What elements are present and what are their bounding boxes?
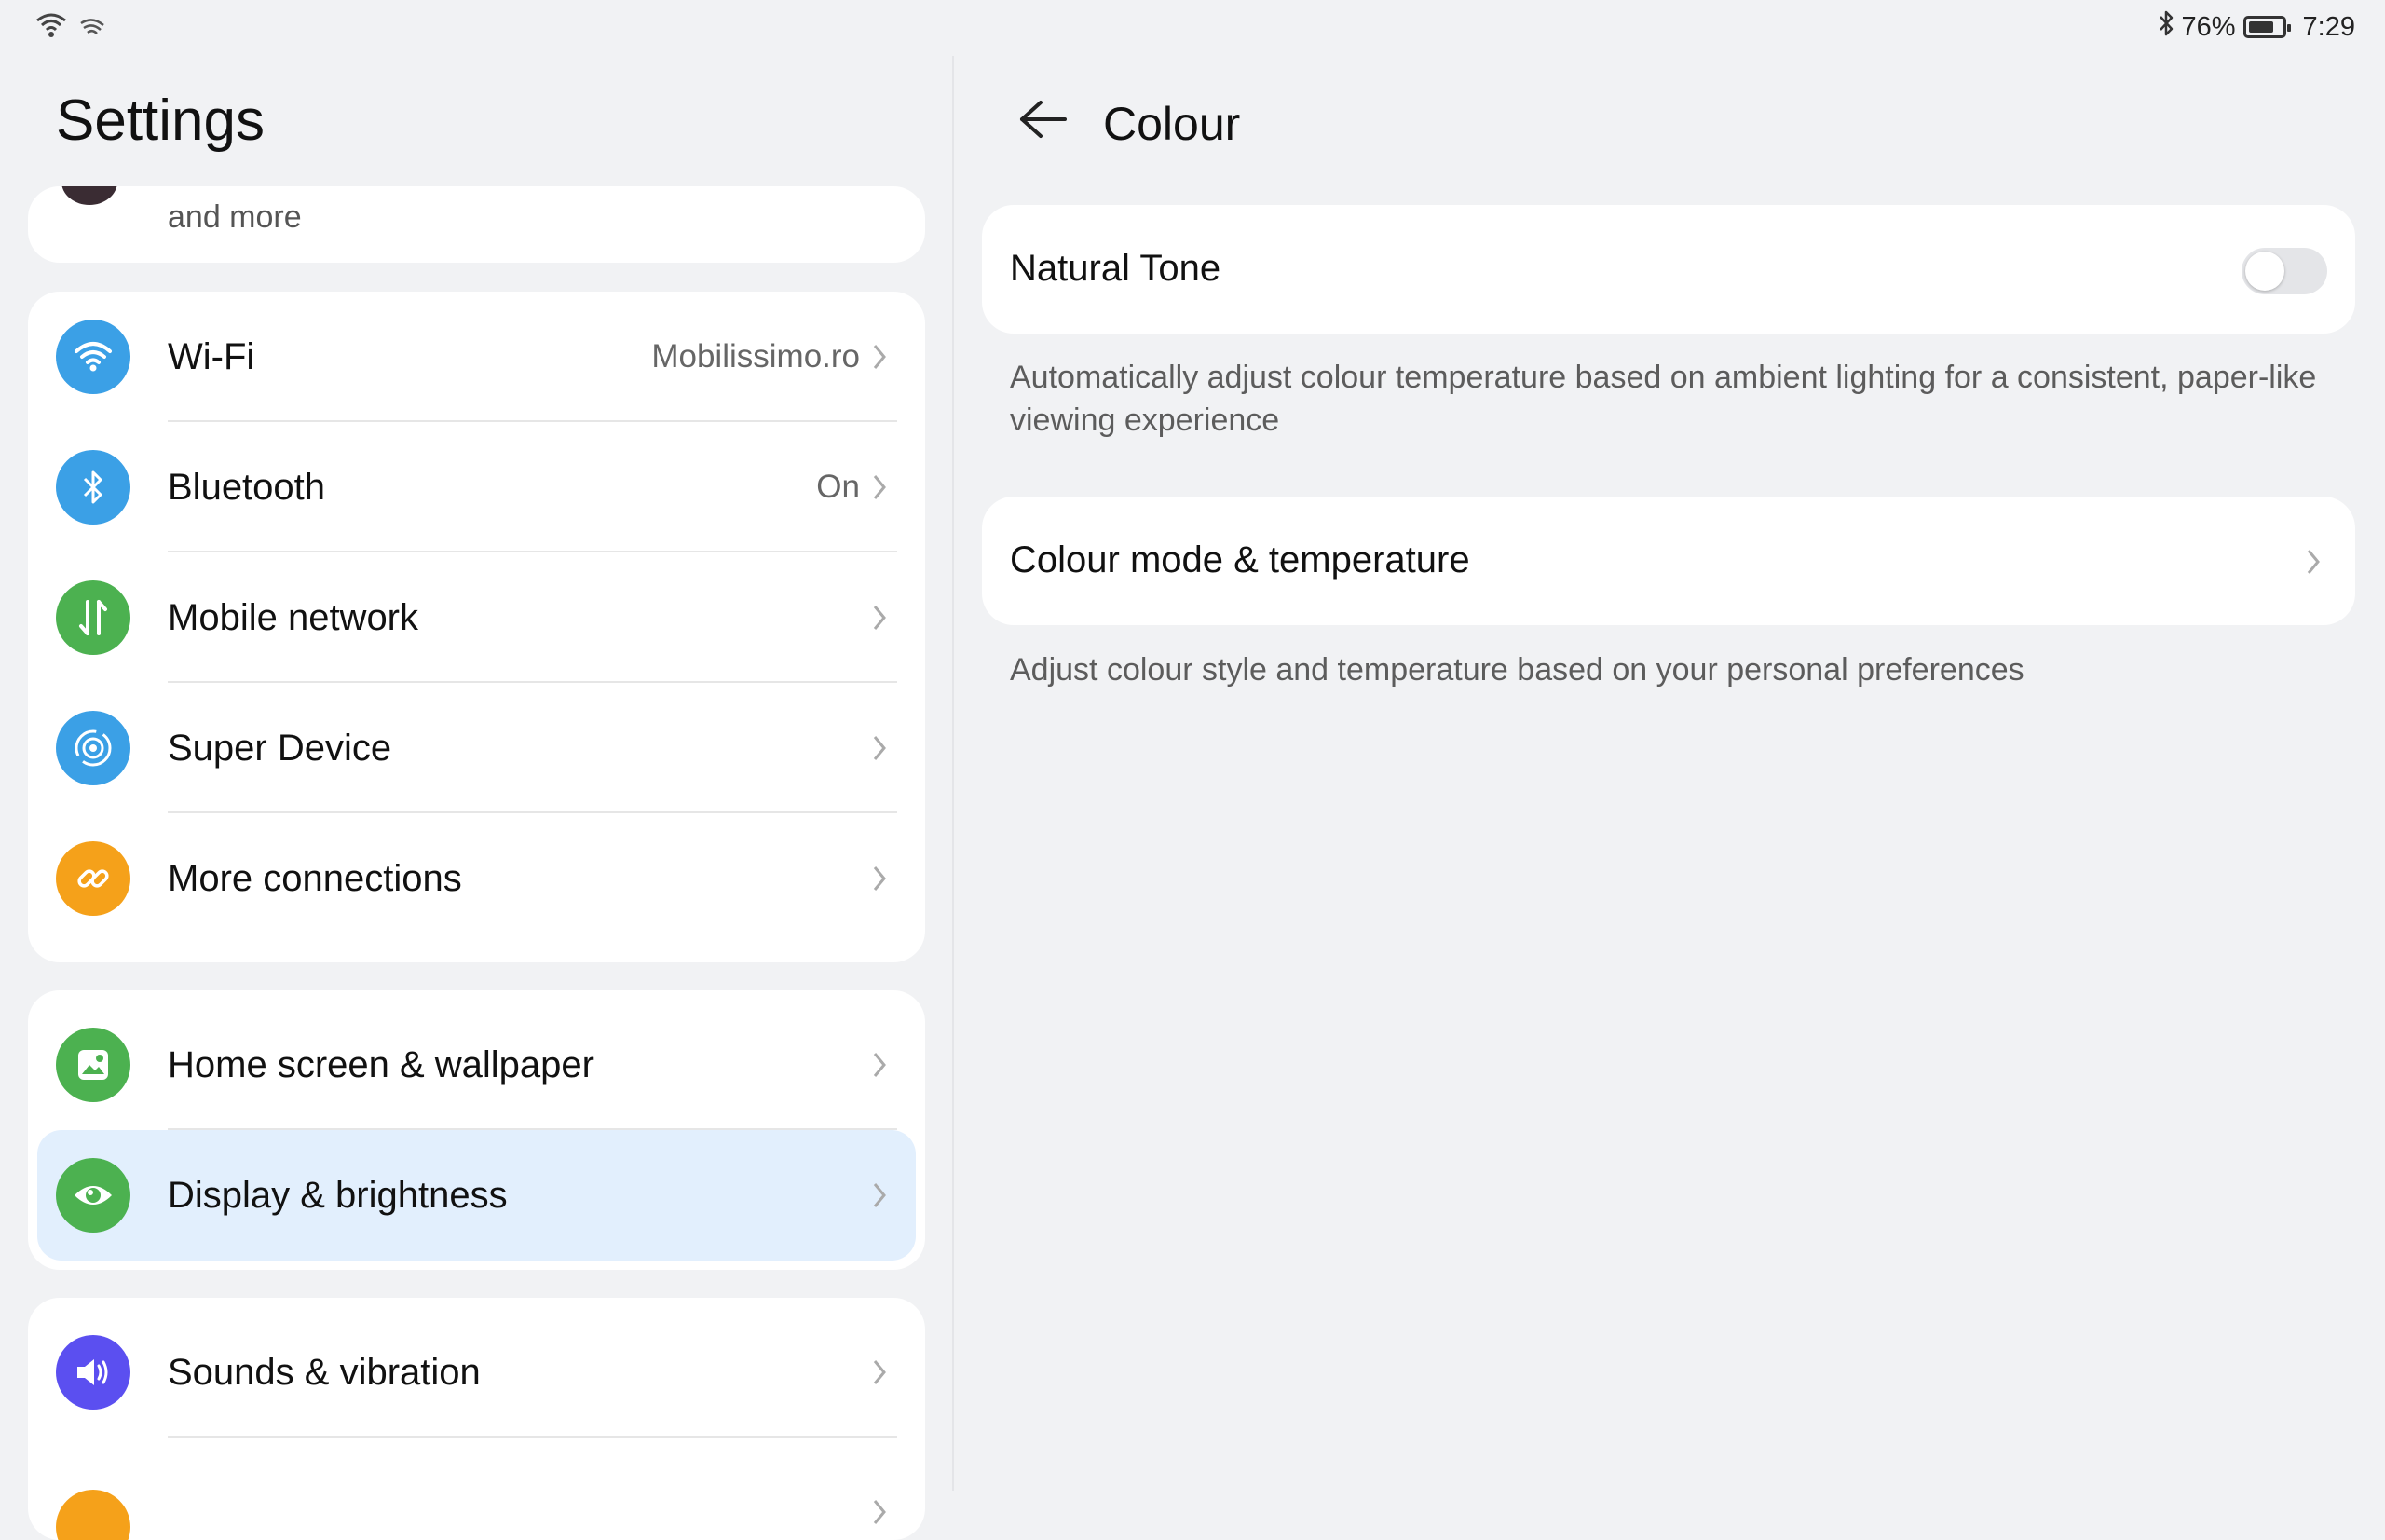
settings-pane: Settings and more Wi-Fi Mobilissimo.ro B…: [0, 56, 952, 1540]
avatar: [61, 186, 117, 205]
status-bar-right: 76% 7:29: [2158, 9, 2355, 45]
sound-card: Sounds & vibration: [28, 1298, 925, 1540]
sidebar-item-bluetooth[interactable]: Bluetooth On: [28, 422, 925, 552]
chevron-right-icon: [865, 1354, 893, 1391]
wallpaper-icon: [56, 1028, 130, 1102]
chevron-right-icon: [865, 1493, 893, 1531]
notifications-icon: [56, 1490, 130, 1540]
account-card[interactable]: and more: [28, 186, 925, 263]
detail-title: Colour: [1103, 98, 1241, 150]
battery-fill: [2248, 21, 2273, 33]
natural-tone-label: Natural Tone: [1010, 248, 1221, 289]
personalization-card: Home screen & wallpaper Display & bright…: [28, 990, 925, 1270]
super-device-icon: [56, 711, 130, 785]
battery-icon: [2242, 16, 2291, 38]
chevron-right-icon: [865, 1177, 893, 1214]
sidebar-item-label: Mobile network: [168, 596, 419, 638]
sidebar-item-super-device[interactable]: Super Device: [28, 683, 925, 813]
eye-icon: [56, 1158, 130, 1233]
sidebar-item-mobile-network[interactable]: Mobile network: [28, 552, 925, 683]
page-title: Settings: [56, 89, 266, 153]
bluetooth-status-value: On: [816, 469, 860, 505]
hotspot-icon: [78, 14, 106, 41]
sidebar-item-label: More connections: [168, 857, 462, 899]
link-icon: [56, 841, 130, 916]
mobile-data-icon: [56, 580, 130, 655]
status-bar: 76% 7:29: [0, 0, 2385, 56]
sidebar-item-wifi[interactable]: Wi-Fi Mobilissimo.ro: [28, 292, 925, 422]
sidebar-item-label: Display & brightness: [168, 1174, 508, 1216]
sidebar-item-display-brightness[interactable]: Display & brightness: [37, 1130, 916, 1261]
wifi-signal-icon: [34, 11, 69, 44]
colour-mode-row[interactable]: Colour mode & temperature: [982, 497, 2355, 625]
chevron-right-icon: [865, 338, 893, 375]
back-button[interactable]: [1010, 91, 1075, 151]
sidebar-item-label: Sounds & vibration: [168, 1351, 481, 1393]
sidebar-item-more-connections[interactable]: More connections: [28, 813, 925, 944]
natural-tone-toggle[interactable]: [2242, 248, 2327, 294]
battery-percent: 76%: [2181, 11, 2236, 42]
clock: 7:29: [2302, 11, 2355, 42]
chevron-right-icon: [865, 1046, 893, 1083]
wifi-network-value: Mobilissimo.ro: [651, 338, 860, 375]
speaker-icon: [56, 1335, 130, 1410]
natural-tone-description: Automatically adjust colour temperature …: [1010, 360, 2317, 438]
sidebar-item-partial[interactable]: [28, 1438, 925, 1540]
sidebar-item-label: Wi-Fi: [168, 335, 255, 377]
sidebar-item-label: Home screen & wallpaper: [168, 1043, 594, 1085]
detail-pane: Colour Natural Tone Automatically adjust…: [954, 56, 2385, 1491]
arrow-left-icon: [1016, 97, 1069, 146]
sidebar-item-label: Super Device: [168, 727, 392, 769]
status-bar-left: [34, 11, 106, 44]
bluetooth-icon: [56, 450, 130, 525]
toggle-knob: [2245, 252, 2284, 291]
account-subtext: and more: [168, 199, 302, 235]
wifi-icon: [56, 320, 130, 394]
natural-tone-card[interactable]: Natural Tone: [982, 205, 2355, 334]
colour-mode-description: Adjust colour style and temperature base…: [1010, 652, 2024, 688]
chevron-right-icon: [865, 599, 893, 636]
bluetooth-status-icon: [2158, 9, 2174, 45]
chevron-right-icon: [2299, 543, 2327, 580]
chevron-right-icon: [865, 860, 893, 897]
sidebar-item-sounds[interactable]: Sounds & vibration: [28, 1307, 925, 1438]
colour-mode-label: Colour mode & temperature: [1010, 539, 1470, 580]
sidebar-item-label: Bluetooth: [168, 466, 326, 508]
connectivity-card: Wi-Fi Mobilissimo.ro Bluetooth On Mobile…: [28, 292, 925, 962]
sidebar-item-home-screen[interactable]: Home screen & wallpaper: [28, 1000, 925, 1130]
chevron-right-icon: [865, 469, 893, 506]
chevron-right-icon: [865, 729, 893, 767]
